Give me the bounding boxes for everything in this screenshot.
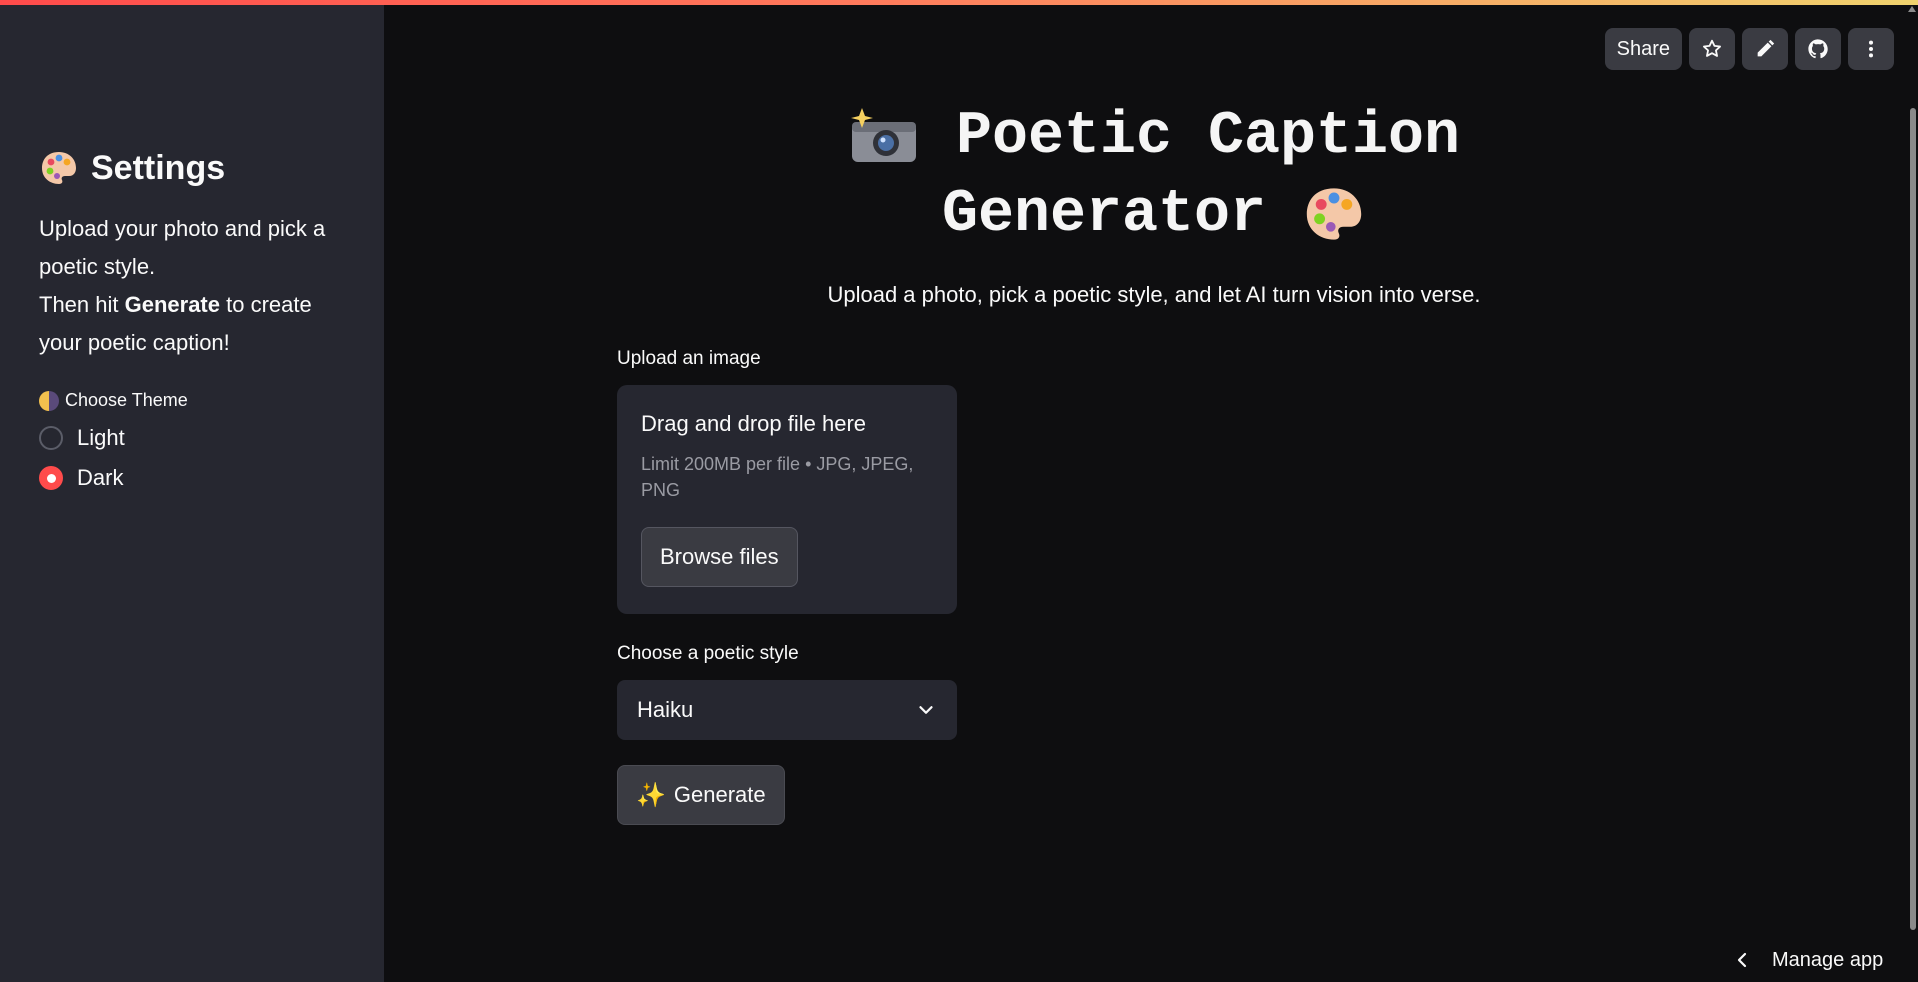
theme-option-dark[interactable]: Dark (39, 465, 348, 491)
chevron-down-icon (919, 706, 933, 714)
github-icon (1808, 39, 1828, 59)
share-button[interactable]: Share (1604, 28, 1682, 70)
upload-label: Upload an image (617, 348, 761, 369)
dropzone-limit: Limit 200MB per file • JPG, JPEG, PNG (641, 454, 914, 500)
chevron-left-icon (1737, 952, 1747, 968)
manage-app-label: Manage app (1772, 948, 1884, 971)
sidebar-description: Upload your photo and pick a poetic styl… (39, 210, 349, 362)
sidebar-desc-line2-prefix: Then hit (39, 292, 125, 317)
palette-icon (42, 152, 76, 184)
poetic-style-value: Haiku (637, 697, 694, 722)
palette-icon (1306, 188, 1362, 240)
dropzone-title: Drag and drop file here (641, 411, 867, 436)
scroll-up-arrow-icon[interactable] (1908, 6, 1916, 12)
pencil-icon (1757, 39, 1775, 57)
browse-files-button[interactable]: Browse files (641, 527, 798, 587)
github-button[interactable] (1795, 28, 1841, 70)
star-button[interactable] (1689, 28, 1735, 70)
sidebar-title: Settings (39, 148, 348, 188)
main-content: Poetic Caption Generator Upload a photo,… (384, 0, 1918, 982)
radio-dark[interactable] (39, 466, 63, 490)
theme-label: Choose Theme (39, 390, 348, 411)
file-dropzone[interactable]: Drag and drop file here Limit 200MB per … (617, 385, 957, 614)
title-line1: Poetic Caption (955, 103, 1461, 171)
sidebar: Settings Upload your photo and pick a po… (0, 0, 384, 982)
theme-label-text: Choose Theme (65, 390, 188, 410)
theme-option-light[interactable]: Light (39, 425, 348, 451)
edit-button[interactable] (1742, 28, 1788, 70)
theme-option-dark-label: Dark (77, 465, 124, 490)
more-menu-button[interactable] (1848, 28, 1894, 70)
half-moon-icon (39, 390, 59, 411)
theme-option-light-label: Light (77, 425, 125, 450)
top-decoration-bar (0, 0, 1918, 5)
sparkles-icon: ✨ (636, 781, 666, 809)
app-toolbar: Share (1604, 28, 1894, 70)
sidebar-title-text: Settings (91, 149, 226, 187)
page-subtitle: Upload a photo, pick a poetic style, and… (827, 282, 1481, 307)
poetic-style-select[interactable]: Haiku (617, 680, 957, 740)
manage-app-button[interactable]: Manage app (1698, 938, 1918, 982)
star-icon (1703, 39, 1721, 57)
sidebar-desc-generate-bold: Generate (124, 292, 220, 317)
generate-button-label: Generate (673, 782, 766, 807)
sidebar-desc-line1: Upload your photo and pick a poetic styl… (39, 216, 326, 279)
title-line2: Generator (941, 181, 1267, 249)
style-label: Choose a poetic style (617, 643, 799, 664)
page-title: Poetic Caption Generator (784, 98, 1524, 254)
radio-light[interactable] (39, 426, 63, 450)
camera-flash-icon (850, 108, 916, 163)
scrollbar-thumb[interactable] (1910, 108, 1916, 930)
scrollbar[interactable] (1906, 0, 1918, 982)
generate-button[interactable]: ✨ Generate (617, 765, 785, 825)
more-vertical-icon (1868, 40, 1874, 58)
